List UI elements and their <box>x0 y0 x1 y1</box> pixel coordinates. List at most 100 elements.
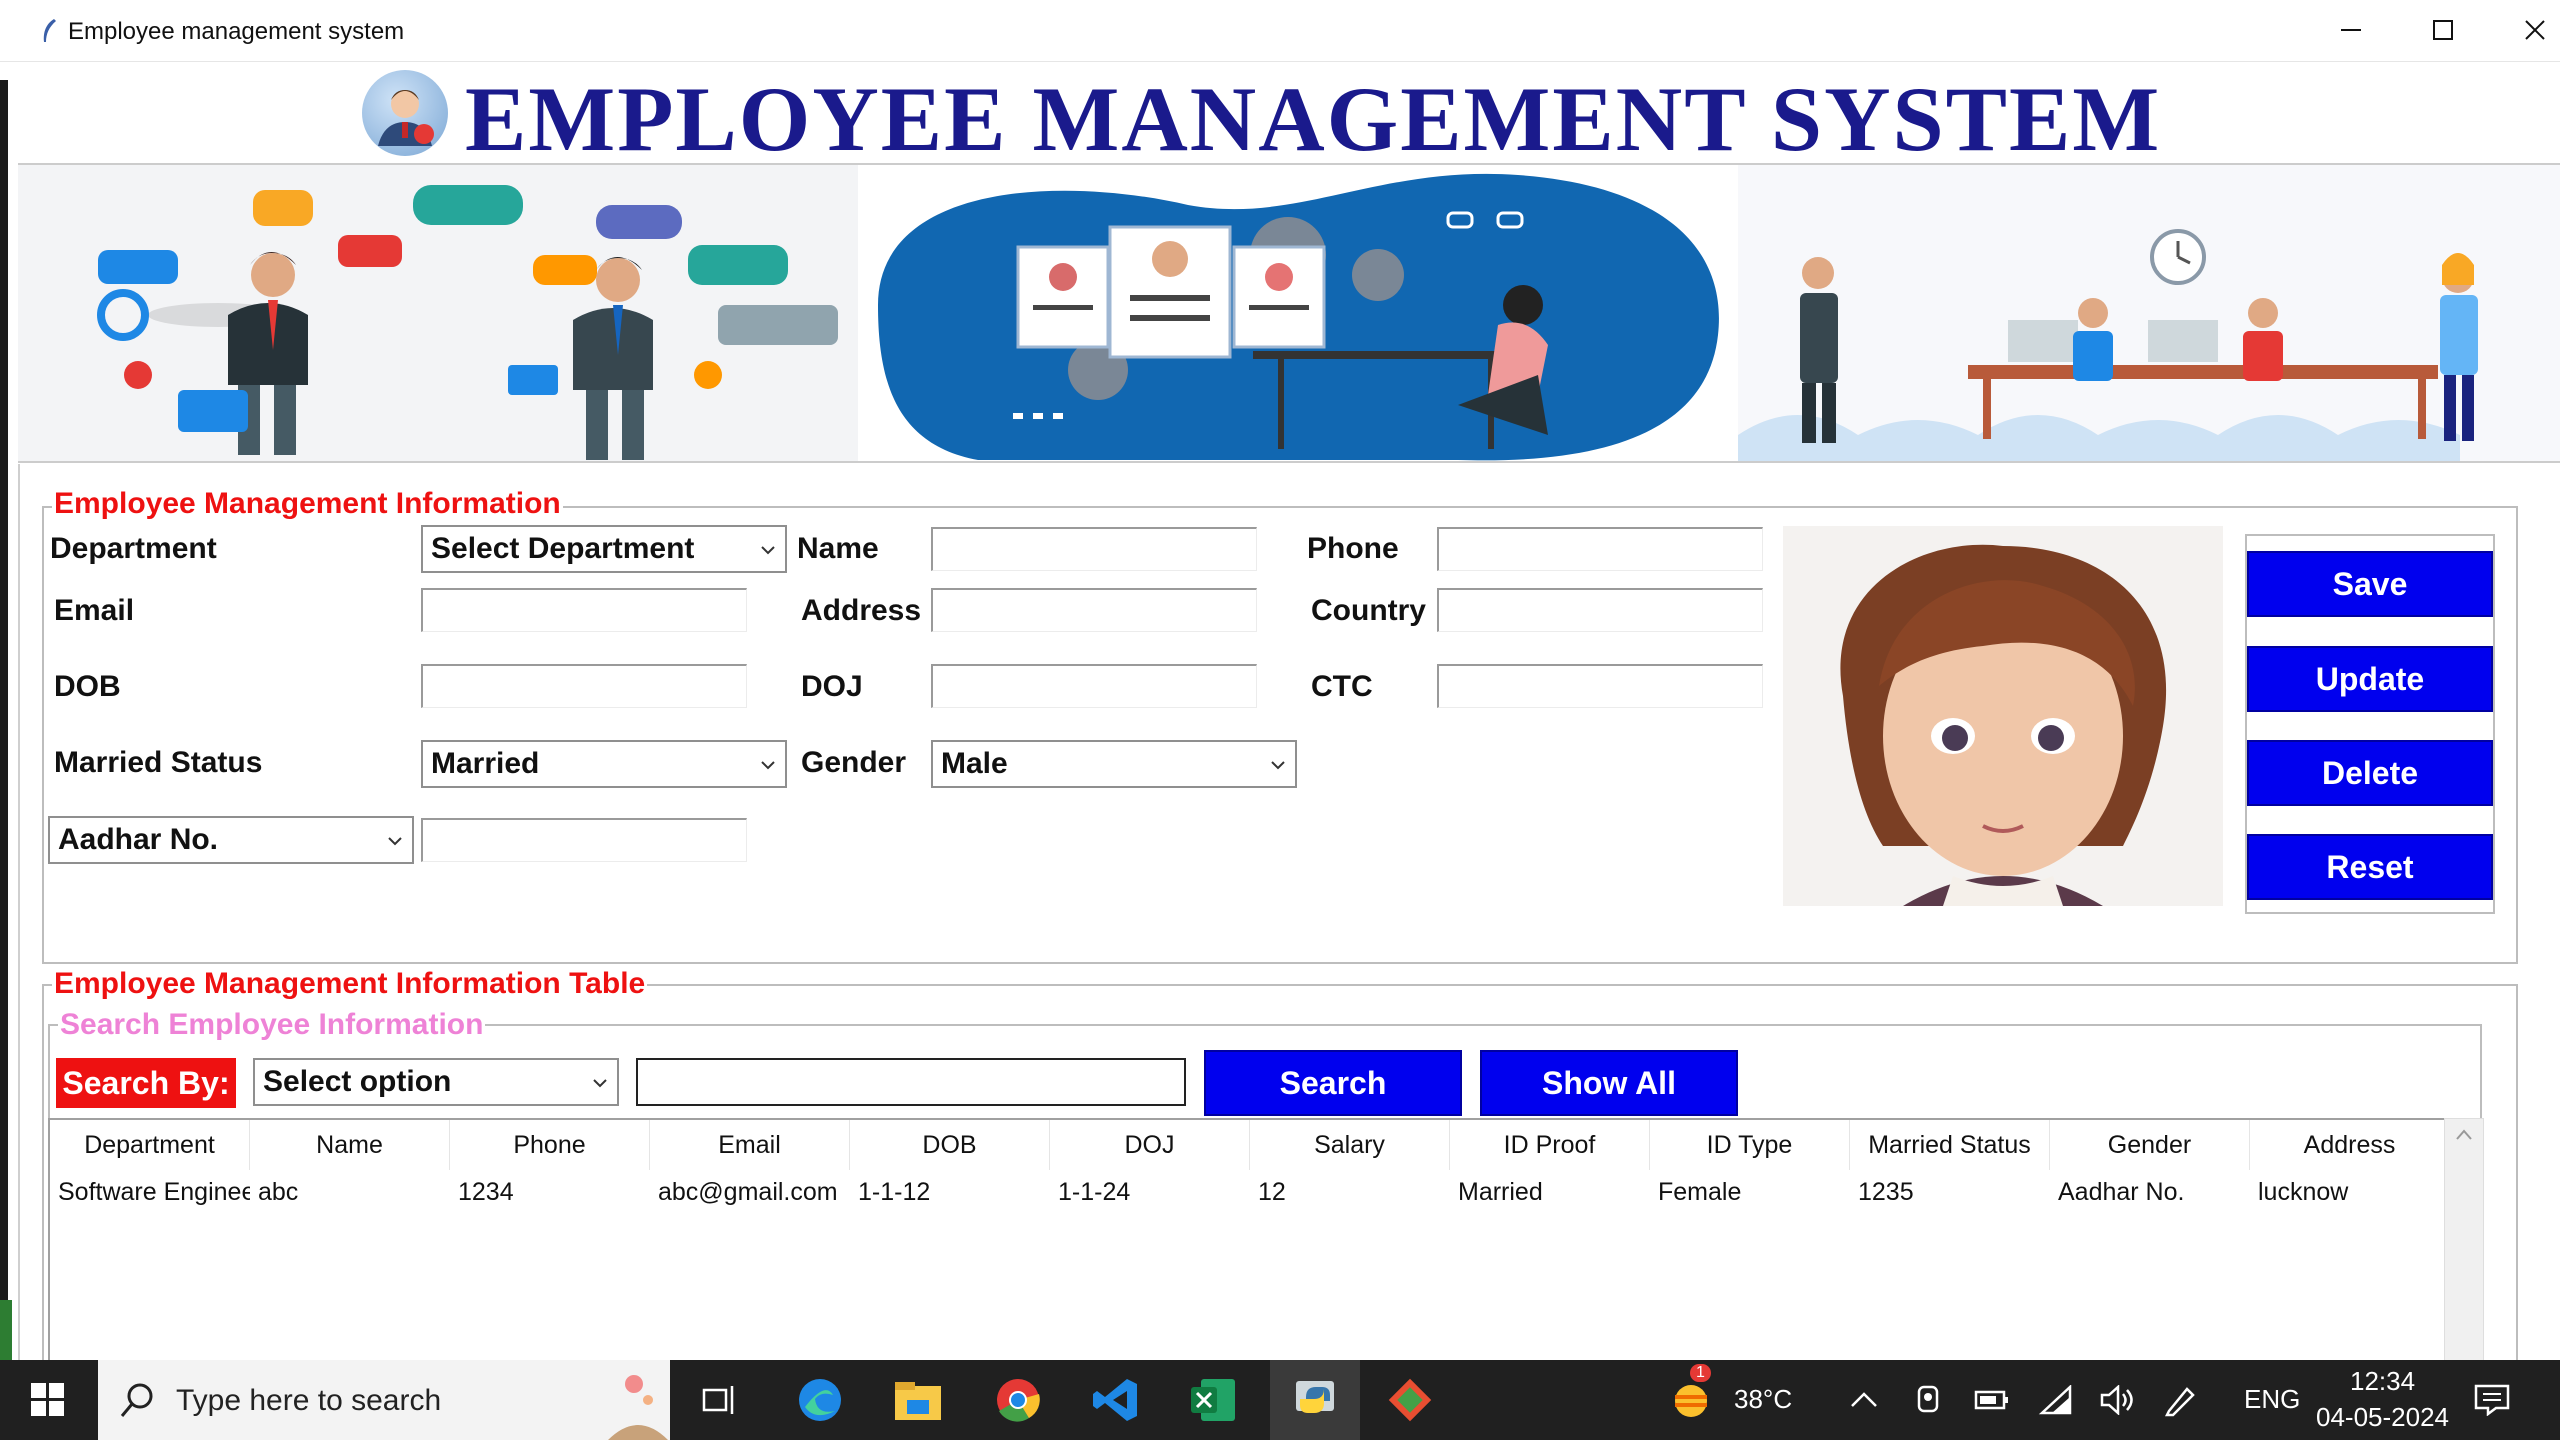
volume-icon <box>2100 1385 2133 1415</box>
git-icon <box>1388 1378 1432 1422</box>
column-header-gender[interactable]: Gender <box>2050 1120 2250 1170</box>
language-indicator[interactable]: ENG <box>2244 1384 2300 1415</box>
address-input[interactable] <box>931 588 1257 632</box>
banner-illustration <box>18 163 2560 463</box>
chevron-down-icon <box>388 837 402 846</box>
doj-input[interactable] <box>931 664 1257 708</box>
search-button[interactable]: Search <box>1204 1050 1462 1116</box>
country-input[interactable] <box>1437 588 1763 632</box>
task-view-button[interactable] <box>692 1372 748 1428</box>
column-header-id-proof[interactable]: ID Proof <box>1450 1120 1650 1170</box>
chevron-down-icon <box>761 546 775 555</box>
webcam-icon <box>1917 1385 1939 1413</box>
married-status-value: Married <box>431 747 540 780</box>
taskbar-git[interactable] <box>1382 1372 1438 1428</box>
phone-input[interactable] <box>1437 527 1763 571</box>
table-cell: Married <box>1458 1177 1543 1206</box>
department-select[interactable]: Select Department <box>421 525 787 573</box>
search-option-select[interactable]: Select option <box>253 1058 619 1106</box>
update-button[interactable]: Update <box>2247 646 2493 712</box>
search-input[interactable] <box>636 1058 1186 1106</box>
column-header-doj[interactable]: DOJ <box>1050 1120 1250 1170</box>
weather-icon[interactable] <box>1664 1372 1720 1428</box>
table-cell: 12 <box>1258 1177 1286 1206</box>
column-header-married-status[interactable]: Married Status <box>1850 1120 2050 1170</box>
save-button[interactable]: Save <box>2247 551 2493 617</box>
battery-icon <box>1974 1390 2008 1410</box>
id-proof-input[interactable] <box>421 818 747 862</box>
gender-label: Gender <box>801 746 907 779</box>
show-hidden-icons-button[interactable] <box>1836 1372 1892 1428</box>
chrome-icon <box>997 1379 1040 1422</box>
maximize-button[interactable] <box>2398 0 2488 60</box>
battery-button[interactable] <box>1964 1372 2020 1428</box>
pen-button[interactable] <box>2152 1372 2208 1428</box>
column-header-phone[interactable]: Phone <box>450 1120 650 1170</box>
table-vertical-scrollbar[interactable] <box>2444 1118 2484 1364</box>
clock-date[interactable]: 04-05-2024 <box>2316 1402 2449 1433</box>
column-header-salary[interactable]: Salary <box>1250 1120 1450 1170</box>
gender-select[interactable]: Male <box>931 740 1297 788</box>
taskbar-chrome[interactable] <box>990 1372 1046 1428</box>
notification-badge: 1 <box>1690 1364 1711 1382</box>
edge-icon <box>799 1379 841 1421</box>
id-type-value: Aadhar No. <box>58 823 219 856</box>
windows-icon <box>31 1383 64 1416</box>
minimize-button[interactable] <box>2306 0 2396 60</box>
phone-label: Phone <box>1307 532 1399 565</box>
email-input[interactable] <box>421 588 747 632</box>
clock-time[interactable]: 12:34 <box>2350 1366 2415 1397</box>
table-cell: abc <box>258 1177 299 1206</box>
gender-value: Male <box>941 747 1008 780</box>
recruitment-illustration <box>858 165 1738 461</box>
office-team-illustration <box>1651 165 2560 461</box>
meet-now-button[interactable] <box>1900 1372 1956 1428</box>
id-type-select[interactable]: Aadhar No. <box>48 816 414 864</box>
taskbar-excel[interactable] <box>1186 1372 1242 1428</box>
married-status-label: Married Status <box>54 746 263 779</box>
weather-temperature[interactable]: 38°C <box>1734 1384 1792 1415</box>
vscode-icon <box>1093 1379 1137 1421</box>
employee-logo-icon <box>362 70 448 156</box>
column-header-email[interactable]: Email <box>650 1120 850 1170</box>
dob-input[interactable] <box>421 664 747 708</box>
close-icon <box>2525 20 2545 40</box>
ctc-label: CTC <box>1311 670 1373 703</box>
address-label: Address <box>801 594 922 627</box>
start-button[interactable] <box>20 1372 76 1428</box>
volume-button[interactable] <box>2090 1372 2146 1428</box>
taskbar-python-active[interactable] <box>1270 1360 1360 1440</box>
reset-button[interactable]: Reset <box>2247 834 2493 900</box>
taskbar-vscode[interactable] <box>1088 1372 1144 1428</box>
notifications-button[interactable] <box>2464 1372 2520 1428</box>
table-cell: lucknow <box>2258 1177 2349 1206</box>
window-title: Employee management system <box>68 18 405 45</box>
column-header-name[interactable]: Name <box>250 1120 450 1170</box>
table-cell: 1235 <box>1858 1177 1914 1206</box>
employee-info-legend: Employee Management Information <box>52 487 563 521</box>
table-cell: Software Enginee <box>58 1177 250 1206</box>
ctc-input[interactable] <box>1437 664 1763 708</box>
department-label: Department <box>50 532 217 565</box>
close-button[interactable] <box>2490 0 2560 60</box>
taskbar-search-placeholder: Type here to search <box>176 1384 442 1417</box>
taskbar-edge[interactable] <box>792 1372 848 1428</box>
column-header-address[interactable]: Address <box>2250 1120 2450 1170</box>
delete-button[interactable]: Delete <box>2247 740 2493 806</box>
page-title: EMPLOYEE MANAGEMENT SYSTEM <box>465 68 2162 170</box>
married-status-select[interactable]: Married <box>421 740 787 788</box>
taskbar-search-box[interactable]: Type here to search <box>98 1360 670 1440</box>
show-all-button[interactable]: Show All <box>1480 1050 1738 1116</box>
table-cell: 1234 <box>458 1177 514 1206</box>
search-by-label: Search By: <box>56 1058 236 1108</box>
employee-photo[interactable] <box>1783 526 2223 906</box>
network-button[interactable] <box>2028 1372 2084 1428</box>
notification-center-icon <box>2474 1384 2510 1416</box>
table-cell: abc@gmail.com <box>658 1177 838 1206</box>
column-header-id-type[interactable]: ID Type <box>1650 1120 1850 1170</box>
column-header-department[interactable]: Department <box>50 1120 250 1170</box>
taskbar-file-explorer[interactable] <box>890 1372 946 1428</box>
name-input[interactable] <box>931 527 1257 571</box>
table-cell: 1-1-12 <box>858 1177 931 1206</box>
column-header-dob[interactable]: DOB <box>850 1120 1050 1170</box>
